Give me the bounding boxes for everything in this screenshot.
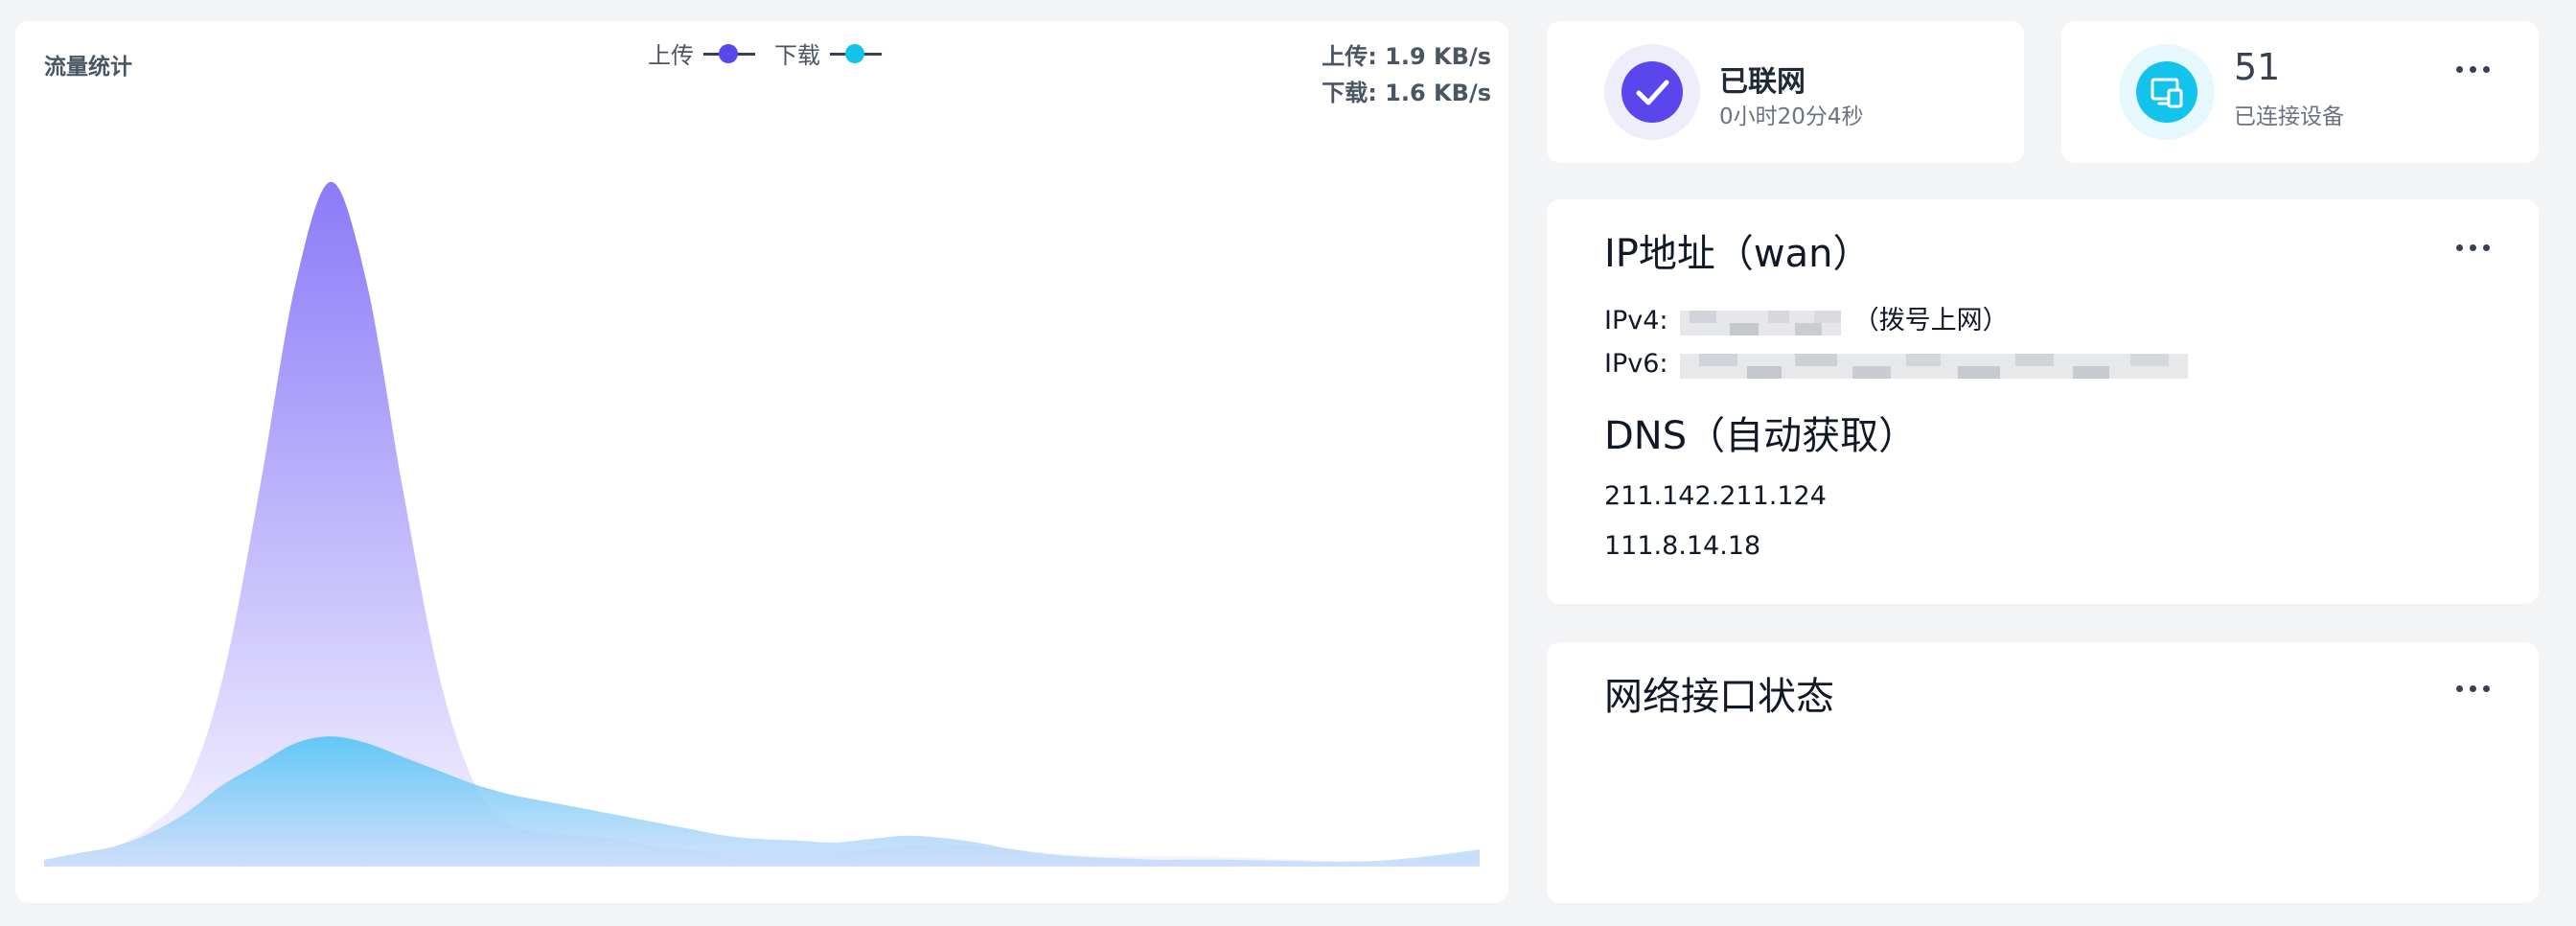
legend-download[interactable]: 下载	[774, 36, 882, 70]
ipv4-suffix: （拨号上网）	[1852, 306, 2009, 336]
legend-download-label: 下载	[774, 42, 820, 69]
more-icon[interactable]	[2456, 683, 2491, 694]
ipv6-label: IPv6:	[1604, 349, 1668, 379]
dns-title: DNS（自动获取）	[1604, 414, 1918, 458]
legend-upload[interactable]: 上传	[648, 36, 755, 70]
chart-legend: 上传 下载	[648, 36, 901, 70]
more-icon[interactable]	[2456, 63, 2491, 75]
upload-rate: 上传: 1.9 KB/s	[1322, 43, 1491, 70]
ip-address-card: IP地址（wan） IPv4: （拨号上网） IPv6: DNS（自动获取） 2…	[1547, 199, 2539, 604]
devices-icon	[2136, 61, 2197, 123]
ipv4-row: IPv4: （拨号上网）	[1604, 299, 2009, 337]
dns-server-2: 111.8.14.18	[1604, 531, 1761, 561]
traffic-chart	[44, 181, 1480, 867]
ipv4-redacted	[1680, 310, 1842, 336]
traffic-title: 流量统计	[44, 55, 132, 80]
traffic-card: 流量统计 上传 下载 上传: 1.9 KB/s 下载: 1.6 KB/s	[15, 21, 1508, 903]
status-title: 已联网	[1719, 65, 1806, 99]
ipv6-row: IPv6:	[1604, 349, 2192, 381]
ipv6-redacted	[1680, 353, 2189, 379]
interfaces-title: 网络接口状态	[1604, 675, 1834, 719]
network-interfaces-card: 网络接口状态	[1547, 642, 2539, 903]
device-count: 51	[2234, 46, 2281, 88]
more-icon[interactable]	[2456, 242, 2491, 253]
legend-download-marker	[830, 43, 882, 63]
download-rate: 下载: 1.6 KB/s	[1322, 80, 1491, 106]
uptime: 0小时20分4秒	[1719, 104, 1864, 129]
connected-devices-card: 51 已连接设备	[2061, 21, 2539, 163]
device-count-label: 已连接设备	[2234, 104, 2344, 129]
connection-status-card: 已联网 0小时20分4秒	[1547, 21, 2024, 163]
current-rates: 上传: 1.9 KB/s 下载: 1.6 KB/s	[1322, 38, 1491, 111]
ip-title: IP地址（wan）	[1604, 232, 1872, 276]
legend-upload-marker	[703, 43, 755, 63]
dns-server-1: 211.142.211.124	[1604, 481, 1827, 511]
status-icon-wrap	[1604, 44, 1700, 140]
ipv4-label: IPv4:	[1604, 306, 1668, 336]
devices-icon-wrap	[2119, 44, 2215, 140]
check-icon	[1622, 61, 1683, 123]
legend-upload-label: 上传	[648, 42, 694, 69]
